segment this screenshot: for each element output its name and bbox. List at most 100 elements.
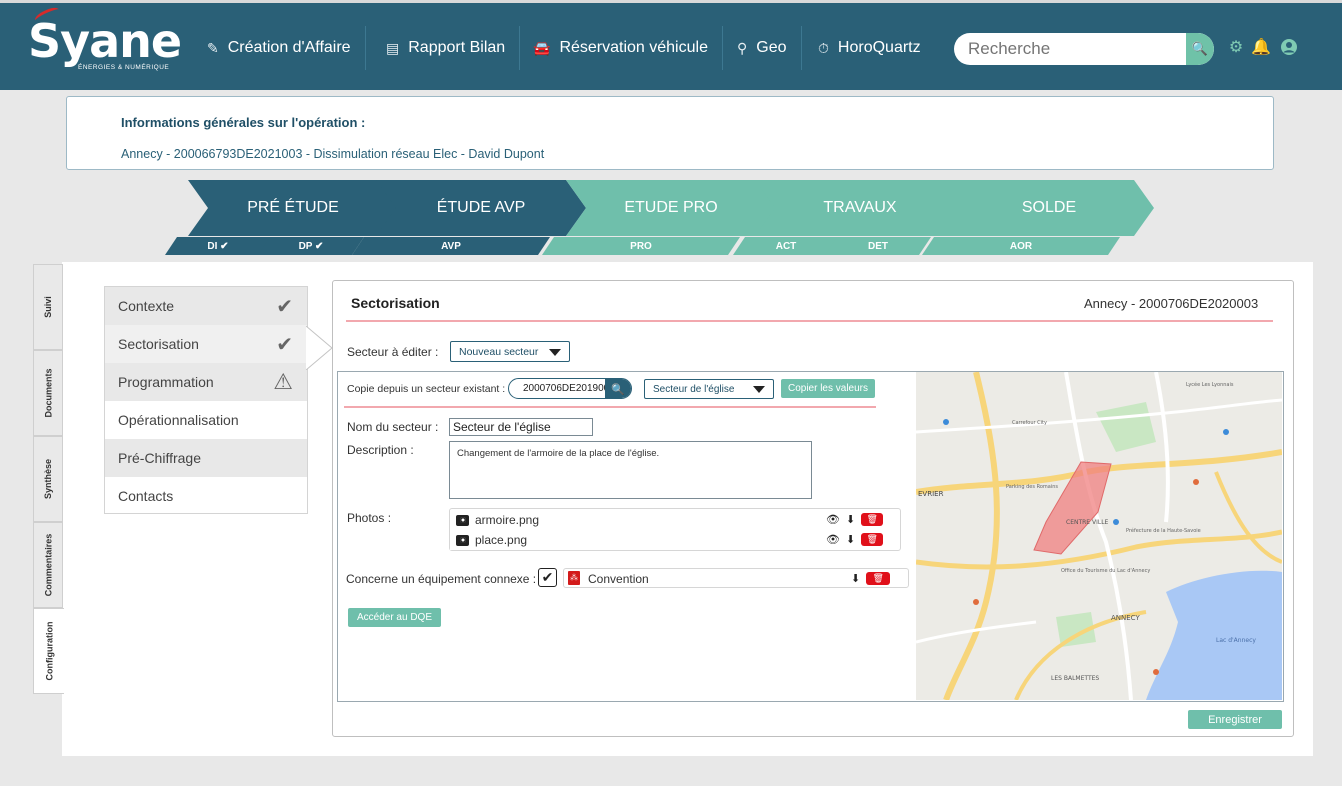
nav-geo[interactable]: ⚲ Geo (723, 26, 802, 70)
step-pre-etude[interactable]: PRÉ ÉTUDE (188, 180, 398, 236)
substep-pro[interactable]: PRO (542, 237, 740, 255)
logo-text: Syane (28, 14, 182, 68)
photos-label: Photos : (347, 511, 392, 525)
step-etude-pro[interactable]: ETUDE PRO (566, 180, 776, 236)
sector-select[interactable]: Nouveau secteur (450, 341, 570, 362)
equipment-filename[interactable]: Convention (588, 572, 649, 586)
side-tab-label: Commentaires (43, 533, 53, 597)
search-box: 🔍 (954, 33, 1214, 65)
sector-label: Secteur à éditer : (347, 345, 439, 359)
map-label: ANNECY (1111, 614, 1140, 622)
substep-det[interactable]: DET (825, 237, 931, 255)
copy-sector-select[interactable]: Secteur de l'église (644, 379, 774, 399)
side-tab-label: Configuration (44, 621, 54, 681)
side-tab-suivi[interactable]: Suivi (33, 264, 63, 350)
menu-item-sectorisation[interactable]: Sectorisation ✔ (105, 325, 307, 363)
trash-icon[interactable]: 🗑 (861, 513, 884, 526)
access-dqe-button[interactable]: Accéder au DQE (348, 608, 441, 627)
menu-item-contacts[interactable]: Contacts (105, 477, 307, 515)
copy-divider (344, 406, 876, 408)
nav-label: Geo (756, 39, 787, 56)
substep-avp[interactable]: AVP (352, 237, 550, 255)
search-input[interactable] (954, 33, 1184, 65)
copy-search-input[interactable]: 2000706DE2019002 (523, 383, 615, 394)
sector-name-input[interactable]: Secteur de l'église (449, 418, 593, 436)
map-poi-icon[interactable] (973, 599, 979, 605)
download-icon[interactable]: ⬇ (851, 572, 860, 585)
step-solde[interactable]: SOLDE (944, 180, 1154, 236)
nav-rapport-bilan[interactable]: ▤ Rapport Bilan (372, 26, 521, 70)
photo-actions: 👁 ⬇ 🗑 (826, 513, 884, 526)
description-textarea[interactable]: Changement de l'armoire de la place de l… (449, 441, 812, 499)
side-tab-commentaires[interactable]: Commentaires (33, 522, 63, 608)
photo-actions: 👁 ⬇ 🗑 (826, 533, 884, 546)
menu-item-label: Programmation (118, 374, 214, 390)
photo-row: place.png (450, 530, 890, 550)
document-icon: ▤ (386, 39, 400, 56)
map-label: Carrefour City (1012, 420, 1047, 426)
search-icon[interactable]: 🔍 (605, 379, 631, 398)
pencil-icon: ✎ (207, 39, 219, 56)
substep-aor[interactable]: AOR (922, 237, 1120, 255)
substep-di[interactable]: DI ✔ (165, 237, 271, 255)
syane-logo[interactable]: Syane ÉNERGIES & NUMÉRIQUE (20, 4, 182, 74)
sector-map[interactable]: CENTRE VILLE ANNECY LES BALMETTES EVRIER… (916, 372, 1282, 700)
camera-icon (456, 534, 469, 546)
nav-creation-affaire[interactable]: ✎ Création d'Affaire (193, 26, 366, 70)
nav-reservation-vehicule[interactable]: 🚘 Réservation véhicule (519, 26, 723, 70)
download-icon[interactable]: ⬇ (846, 533, 855, 546)
substep-act[interactable]: ACT (733, 237, 839, 255)
menu-pointer (306, 326, 333, 370)
car-icon: 🚘 (533, 39, 551, 56)
nav-label: HoroQuartz (837, 39, 921, 56)
map-canvas: CENTRE VILLE ANNECY LES BALMETTES EVRIER… (916, 372, 1282, 700)
photo-filename[interactable]: armoire.png (475, 513, 539, 527)
bell-icon[interactable]: 🔔 (1251, 38, 1271, 56)
map-label: Office du Tourisme du Lac d'Annecy (1061, 568, 1150, 574)
photo-filename[interactable]: place.png (475, 533, 527, 547)
nav-horoquartz[interactable]: ⏱ HoroQuartz (804, 26, 935, 70)
side-tab-label: Suivi (42, 296, 53, 318)
menu-item-pre-chiffrage[interactable]: Pré-Chiffrage (105, 439, 307, 477)
map-label: Préfecture de la Haute-Savoie (1126, 527, 1201, 534)
side-tab-documents[interactable]: Documents (33, 350, 63, 436)
sector-select-value: Nouveau secteur (459, 345, 539, 358)
save-button[interactable]: Enregistrer (1188, 710, 1282, 729)
map-poi-icon[interactable] (1193, 479, 1199, 485)
eye-icon[interactable]: 👁 (826, 513, 840, 526)
side-tab-label: Synthèse (43, 458, 53, 500)
menu-item-programmation[interactable]: Programmation ⚠ (105, 363, 307, 401)
equipment-checkbox[interactable]: ✔ (538, 568, 557, 587)
step-travaux[interactable]: TRAVAUX (755, 180, 965, 236)
map-poi-icon[interactable] (1113, 519, 1119, 525)
substep-label: DI ✔ (207, 240, 229, 252)
map-poi-icon[interactable] (1223, 429, 1229, 435)
map-poi-icon[interactable] (1153, 669, 1159, 675)
trash-icon[interactable]: 🗑 (861, 533, 884, 546)
side-tab-synthese[interactable]: Synthèse (33, 436, 63, 522)
side-tab-configuration[interactable]: Configuration (33, 608, 64, 694)
copy-select-value: Secteur de l'église (653, 383, 735, 395)
trash-icon[interactable]: 🗑 (866, 572, 891, 585)
operation-info-box: Informations générales sur l'opération :… (66, 96, 1274, 170)
nav-label: Création d'Affaire (227, 39, 351, 56)
menu-item-label: Opérationnalisation (118, 412, 239, 428)
copy-values-button[interactable]: Copier les valeurs (781, 379, 875, 398)
map-pin-icon: ⚲ (737, 39, 748, 56)
user-icon[interactable] (1280, 38, 1298, 56)
substep-label: DET (868, 240, 888, 252)
copy-label: Copie depuis un secteur existant : (347, 383, 506, 395)
download-icon[interactable]: ⬇ (846, 513, 855, 526)
gear-icon[interactable]: ⚙ (1227, 38, 1245, 56)
map-label: CENTRE VILLE (1066, 519, 1109, 526)
step-etude-avp[interactable]: ÉTUDE AVP (376, 180, 586, 236)
substep-dp[interactable]: DP ✔ (258, 237, 364, 255)
menu-item-label: Contexte (118, 298, 175, 314)
menu-item-contexte[interactable]: Contexte ✔ (105, 287, 307, 325)
eye-icon[interactable]: 👁 (826, 533, 840, 546)
map-poi-icon[interactable] (943, 419, 949, 425)
warning-icon: ⚠ (273, 369, 293, 394)
camera-icon (456, 514, 469, 526)
menu-item-operationnalisation[interactable]: Opérationnalisation (105, 401, 307, 439)
checkmark-icon: ✔ (276, 333, 293, 356)
